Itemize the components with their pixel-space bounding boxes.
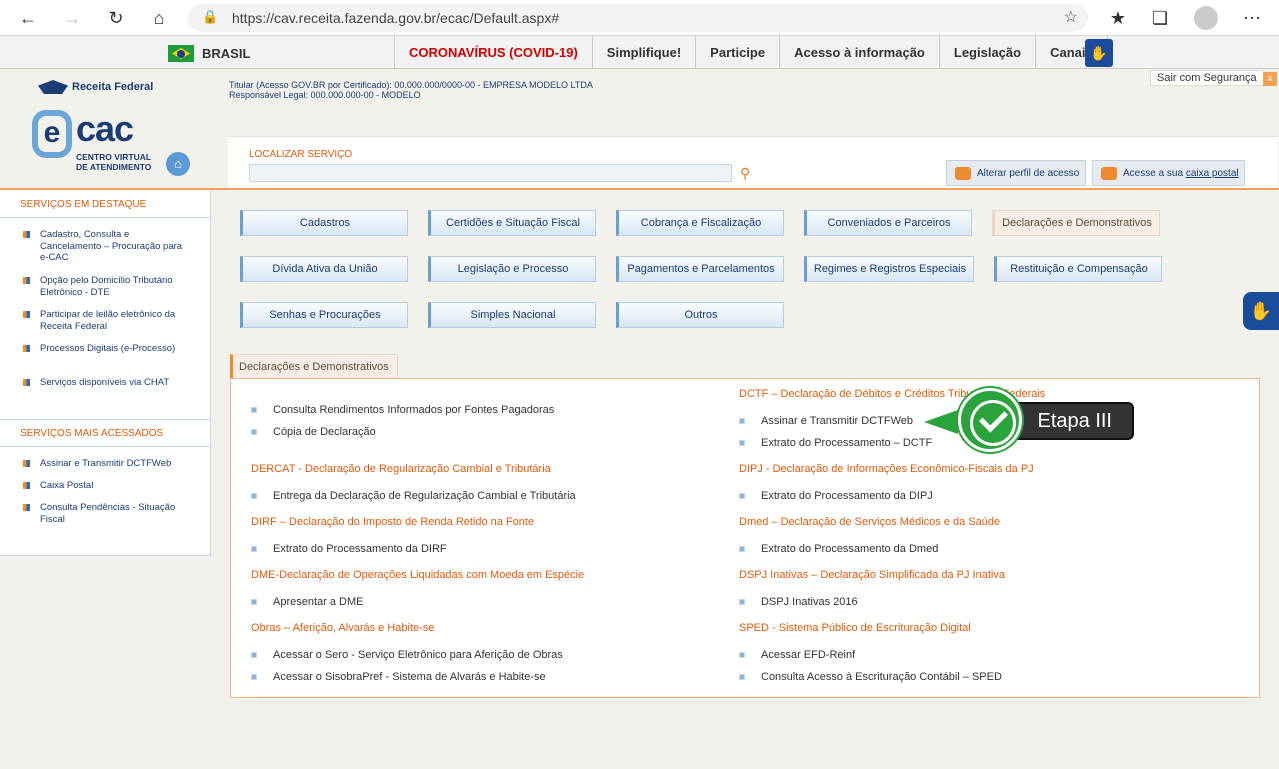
pointer-arrow-icon [924, 410, 958, 434]
profile-avatar-icon[interactable] [1194, 6, 1218, 30]
gov-bar: BRASIL CORONAVÍRUS (COVID-19) Simplifiqu… [0, 36, 1279, 69]
tab-declaracoes[interactable]: Declarações e Demonstrativos [230, 354, 398, 379]
vlibras-hand-icon[interactable]: ✋ [1243, 292, 1279, 330]
category-cadastros[interactable]: Cadastros [240, 210, 408, 236]
change-profile-button[interactable]: Alterar perfil de acesso [946, 160, 1086, 186]
section-dmed: Dmed – Declaração de Serviços Médicos e … [739, 516, 1001, 528]
titular-info: Titular (Acesso GOV.BR por Certificado):… [229, 80, 593, 100]
gov-link-legislacao[interactable]: Legislação [938, 36, 1035, 69]
logout-link[interactable]: Sair com Segurança [1150, 70, 1264, 86]
sidebar-destaque-title: SERVIÇOS EM DESTAQUE [20, 199, 147, 210]
link-efd-reinf[interactable]: Acessar EFD-Reinf [739, 649, 855, 661]
gov-link-simplifique[interactable]: Simplifique! [591, 36, 695, 69]
link-dspj-2016[interactable]: DSPJ Inativas 2016 [739, 596, 858, 608]
gov-link-participe[interactable]: Participe [695, 36, 779, 69]
section-dspj: DSPJ Inativas – Declaração Simplificada … [739, 569, 1005, 581]
link-dme-apresentar[interactable]: Apresentar a DME [251, 596, 363, 608]
favorite-add-icon[interactable]: ☆ [1064, 7, 1078, 27]
refresh-icon[interactable]: ↻ [104, 6, 128, 30]
users-icon [955, 167, 971, 180]
arrow-left-icon[interactable]: ← [16, 6, 40, 30]
link-dercat-entrega[interactable]: Entrega da Declaração de Regularização C… [251, 490, 576, 502]
link-dirf-extrato[interactable]: Extrato do Processamento da DIRF [251, 543, 447, 555]
sidebar-item-caixa-postal[interactable]: Caixa Postal [23, 480, 184, 492]
check-icon [958, 388, 1022, 452]
section-obras: Obras – Aferição, Alvarás e Habite-se [251, 622, 435, 634]
category-senhas[interactable]: Senhas e Procurações [240, 302, 408, 328]
close-icon[interactable]: x [1263, 72, 1277, 86]
category-certidoes[interactable]: Certidões e Situação Fiscal [428, 210, 596, 236]
libras-hand-icon[interactable]: ✋ [1085, 39, 1113, 67]
sidebar-item-leilao[interactable]: Participar de leilão eletrônico da Recei… [23, 309, 184, 332]
sidebar-acessados-title: SERVIÇOS MAIS ACESSADOS [20, 428, 164, 439]
category-pagamentos[interactable]: Pagamentos e Parcelamentos [616, 256, 784, 282]
home-icon[interactable]: ⌂ [147, 6, 171, 30]
url-text: https://cav.receita.fazenda.gov.br/ecac/… [232, 10, 560, 26]
link-dctf-extrato[interactable]: Extrato do Processamento – DCTF [739, 437, 932, 449]
link-dmed-extrato[interactable]: Extrato do Processamento da Dmed [739, 543, 938, 555]
country-label[interactable]: BRASIL [202, 46, 250, 61]
mail-icon [1101, 167, 1117, 180]
gov-link-covid[interactable]: CORONAVÍRUS (COVID-19) [394, 36, 592, 69]
sidebar-item-procuracao[interactable]: Cadastro, Consulta e Cancelamento – Proc… [23, 229, 184, 264]
postal-box-button[interactable]: Acesse a sua caixa postal [1092, 160, 1245, 186]
link-consulta-rendimentos[interactable]: Consulta Rendimentos Informados por Font… [251, 404, 554, 416]
gov-links: CORONAVÍRUS (COVID-19) Simplifique! Part… [394, 36, 1108, 69]
search-input[interactable] [249, 164, 732, 182]
link-dctfweb-transmitir[interactable]: Assinar e Transmitir DCTFWeb [739, 415, 913, 427]
category-restituicao[interactable]: Restituição e Compensação [994, 256, 1162, 282]
category-legislacao[interactable]: Legislação e Processo [428, 256, 596, 282]
sidebar-item-dctfweb[interactable]: Assinar e Transmitir DCTFWeb [23, 458, 184, 470]
section-sped: SPED - Sistema Público de Escrituração D… [739, 622, 971, 634]
link-copia-declaracao[interactable]: Cópia de Declaração [251, 426, 376, 438]
category-outros[interactable]: Outros [616, 302, 784, 328]
lock-icon: 🔒 [202, 9, 219, 24]
section-dme: DME-Declaração de Operações Liquidadas c… [251, 569, 585, 581]
category-regimes[interactable]: Regimes e Registros Especiais [804, 256, 974, 282]
search-icon[interactable]: ⚲ [740, 165, 750, 182]
step-annotation: Etapa III [924, 388, 1135, 458]
category-simples[interactable]: Simples Nacional [428, 302, 596, 328]
category-divida-ativa[interactable]: Dívida Ativa da União [240, 256, 408, 282]
sidebar-item-pendencias[interactable]: Consulta Pendências - Situação Fiscal [23, 502, 184, 525]
section-dipj: DIPJ - Declaração de Informações Econômi… [739, 463, 1034, 475]
ecac-logo[interactable]: e cac CENTRO VIRTUAL DE ATENDIMENTO [32, 108, 172, 176]
home-button-icon[interactable]: ⌂ [166, 152, 190, 176]
search-label: LOCALIZAR SERVIÇO [249, 149, 353, 160]
sidebar-item-dte[interactable]: Opção pelo Domicílio Tributário Eletrôni… [23, 275, 184, 298]
browser-toolbar: ← → ↻ ⌂ 🔒 https://cav.receita.fazenda.go… [0, 0, 1279, 36]
sidebar-item-eprocesso[interactable]: Processos Digitais (e-Processo) [23, 343, 184, 355]
link-dipj-extrato[interactable]: Extrato do Processamento da DIPJ [739, 490, 933, 502]
favorites-icon[interactable]: ★ [1106, 6, 1130, 30]
arrow-right-icon[interactable]: → [60, 6, 84, 30]
address-bar[interactable]: 🔒 https://cav.receita.fazenda.gov.br/eca… [188, 4, 1088, 32]
link-sero[interactable]: Acessar o Sero - Serviço Eletrônico para… [251, 649, 563, 661]
link-sisobrapref[interactable]: Acessar o SisobraPref - Sistema de Alvar… [251, 671, 546, 683]
sidebar: SERVIÇOS EM DESTAQUE Cadastro, Consulta … [0, 190, 211, 556]
collections-icon[interactable]: ❏ [1148, 6, 1172, 30]
sidebar-item-chat[interactable]: Serviços disponíveis via CHAT [23, 377, 184, 389]
more-icon[interactable]: ⋯ [1240, 6, 1264, 30]
brazil-flag-icon [168, 45, 194, 62]
category-cobranca[interactable]: Cobrança e Fiscalização [616, 210, 784, 236]
category-conveniados[interactable]: Conveniados e Parceiros [804, 210, 972, 236]
section-dercat: DERCAT - Declaração de Regularização Cam… [251, 463, 551, 475]
gov-link-acesso[interactable]: Acesso à informação [779, 36, 939, 69]
section-dirf: DIRF – Declaração do Imposto de Renda Re… [251, 516, 535, 528]
category-declaracoes[interactable]: Declarações e Demonstrativos [992, 210, 1160, 236]
receita-federal-logo: Receita Federal [38, 80, 153, 94]
link-sped-contabil[interactable]: Consulta Acesso à Escrituração Contábil … [739, 671, 1002, 683]
